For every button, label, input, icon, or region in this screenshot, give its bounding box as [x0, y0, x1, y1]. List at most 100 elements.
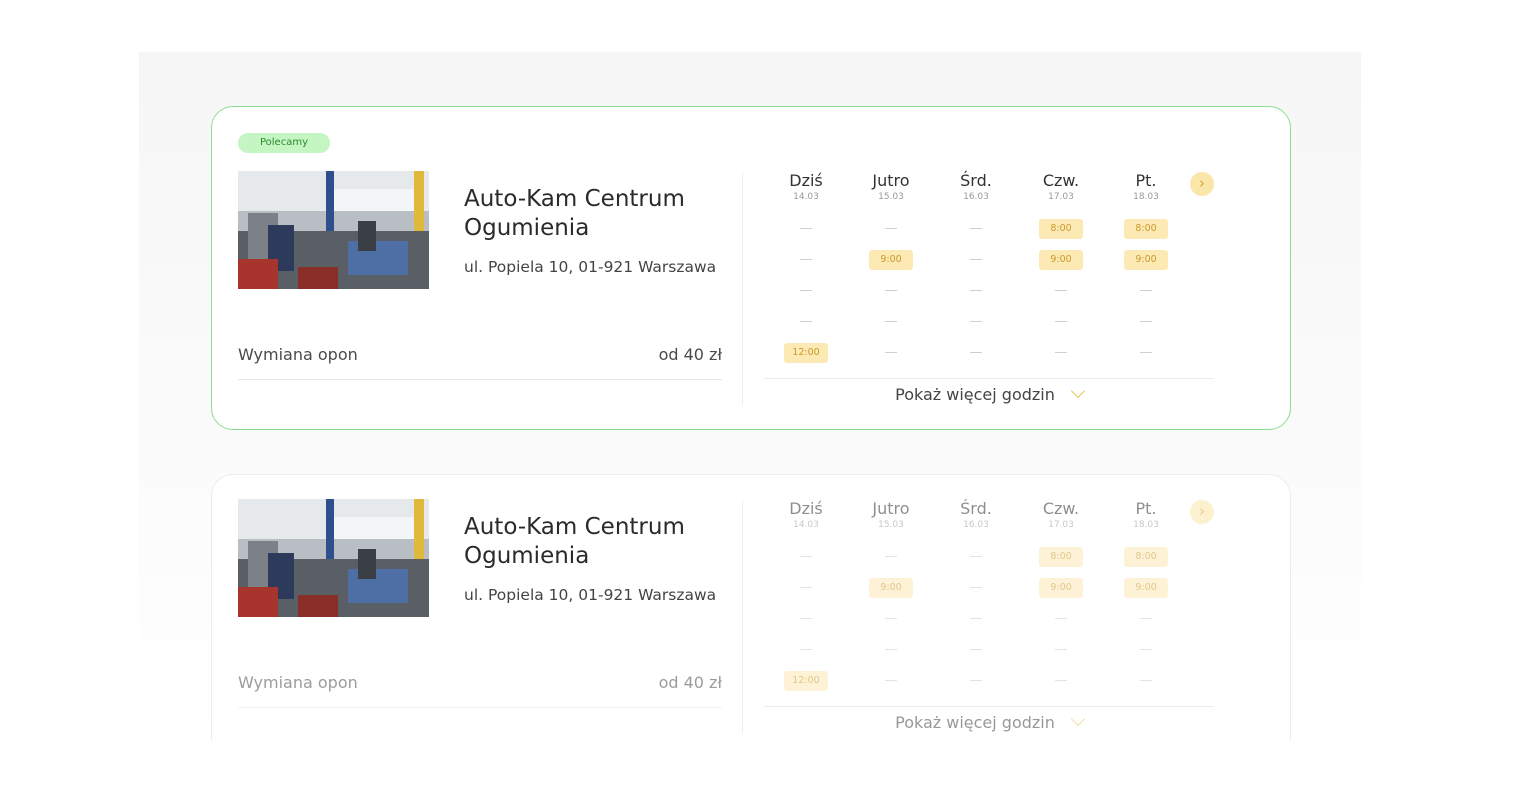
unavailable-slot — [764, 219, 848, 239]
dash-icon — [800, 259, 812, 260]
dash-icon — [800, 556, 812, 557]
unavailable-slot — [764, 281, 848, 301]
dash-icon — [1140, 352, 1152, 353]
chevron-right-icon[interactable]: › — [1190, 172, 1214, 196]
unavailable-slot — [934, 312, 1018, 332]
show-more-hours-button[interactable]: Pokaż więcej godzin — [764, 711, 1214, 732]
day-name: Pt. — [1135, 499, 1157, 518]
dash-icon — [970, 321, 982, 322]
results-panel: Polecamy Auto-Kam Centrum Ogumienia ul. … — [139, 52, 1361, 740]
time-slot-label: 9:00 — [1039, 250, 1083, 270]
unavailable-slot — [1019, 343, 1103, 363]
time-slot-button[interactable]: 9:00 — [849, 250, 933, 270]
unavailable-slot — [764, 547, 848, 567]
unavailable-slot — [1104, 671, 1188, 691]
day-name: Czw. — [1042, 499, 1080, 518]
time-slot-label: 9:00 — [1039, 578, 1083, 598]
time-slot-button[interactable]: 8:00 — [1104, 547, 1188, 567]
dash-icon — [1055, 618, 1067, 619]
day-column: Pt. 18.03 8:00 9:00 — [1104, 499, 1188, 681]
unavailable-slot — [764, 250, 848, 270]
unavailable-slot — [764, 312, 848, 332]
unavailable-slot — [1019, 281, 1103, 301]
day-name: Czw. — [1042, 171, 1080, 190]
unavailable-slot — [849, 640, 933, 660]
divider — [742, 173, 743, 405]
divider — [764, 706, 1214, 707]
time-slot-label: 12:00 — [784, 343, 828, 363]
day-date: 18.03 — [1133, 520, 1159, 530]
day-column: Pt. 18.03 8:00 9:00 — [1104, 171, 1188, 353]
time-slot-button[interactable]: 8:00 — [1104, 219, 1188, 239]
time-slot-label: 9:00 — [869, 250, 913, 270]
workshop-address: ul. Popiela 10, 01-921 Warszawa — [464, 258, 717, 276]
workshop-card-featured[interactable]: Polecamy Auto-Kam Centrum Ogumienia ul. … — [211, 106, 1291, 430]
unavailable-slot — [1019, 609, 1103, 629]
day-date: 15.03 — [878, 192, 904, 202]
day-date: 18.03 — [1133, 192, 1159, 202]
dash-icon — [800, 321, 812, 322]
chevron-right-icon[interactable]: › — [1190, 500, 1214, 524]
workshop-address: ul. Popiela 10, 01-921 Warszawa — [464, 586, 717, 604]
time-slot-button[interactable]: 8:00 — [1019, 547, 1103, 567]
dash-icon — [885, 352, 897, 353]
day-name: Śrd. — [960, 171, 992, 190]
workshop-card[interactable]: Auto-Kam Centrum Ogumienia ul. Popiela 1… — [211, 474, 1291, 740]
day-name: Pt. — [1135, 171, 1157, 190]
day-column: Dziś 14.03 12:00 — [764, 171, 848, 363]
dash-icon — [970, 618, 982, 619]
time-slot-button[interactable]: 9:00 — [1104, 578, 1188, 598]
dash-icon — [885, 228, 897, 229]
unavailable-slot — [764, 609, 848, 629]
unavailable-slot — [1104, 640, 1188, 660]
time-slot-label: 9:00 — [869, 578, 913, 598]
dash-icon — [885, 321, 897, 322]
unavailable-slot — [849, 343, 933, 363]
dash-icon — [970, 259, 982, 260]
dash-icon — [1055, 680, 1067, 681]
service-row: Wymiana opon od 40 zł — [238, 671, 722, 708]
time-slot-button[interactable]: 12:00 — [764, 671, 848, 691]
recommended-badge: Polecamy — [238, 133, 330, 153]
availability-schedule: › Pokaż więcej godzin Dziś 14.03 12:00 Jutr… — [764, 171, 1214, 421]
workshop-name[interactable]: Auto-Kam Centrum Ogumienia — [464, 513, 734, 571]
chevron-down-icon — [1070, 711, 1085, 727]
unavailable-slot — [934, 609, 1018, 629]
time-slot-button[interactable]: 9:00 — [1104, 250, 1188, 270]
unavailable-slot — [934, 671, 1018, 691]
service-name: Wymiana opon — [238, 673, 358, 692]
unavailable-slot — [934, 640, 1018, 660]
unavailable-slot — [849, 312, 933, 332]
unavailable-slot — [849, 547, 933, 567]
unavailable-slot — [1104, 312, 1188, 332]
divider — [742, 501, 743, 733]
dash-icon — [1140, 680, 1152, 681]
dash-icon — [970, 290, 982, 291]
unavailable-slot — [1104, 609, 1188, 629]
dash-icon — [885, 618, 897, 619]
workshop-photo — [238, 499, 429, 617]
unavailable-slot — [934, 219, 1018, 239]
day-date: 17.03 — [1048, 520, 1074, 530]
dash-icon — [1140, 649, 1152, 650]
day-date: 14.03 — [793, 192, 819, 202]
time-slot-button[interactable]: 9:00 — [849, 578, 933, 598]
unavailable-slot — [849, 219, 933, 239]
dash-icon — [970, 556, 982, 557]
unavailable-slot — [1019, 312, 1103, 332]
service-row: Wymiana opon od 40 zł — [238, 343, 722, 380]
dash-icon — [1055, 290, 1067, 291]
time-slot-button[interactable]: 12:00 — [764, 343, 848, 363]
time-slot-button[interactable]: 9:00 — [1019, 578, 1103, 598]
availability-schedule: › Pokaż więcej godzin Dziś 14.03 12:00 Jutr… — [764, 499, 1214, 740]
time-slot-button[interactable]: 8:00 — [1019, 219, 1103, 239]
time-slot-button[interactable]: 9:00 — [1019, 250, 1103, 270]
time-slot-label: 12:00 — [784, 671, 828, 691]
show-more-hours-button[interactable]: Pokaż więcej godzin — [764, 383, 1214, 404]
day-column: Jutro 15.03 9:00 — [849, 499, 933, 681]
unavailable-slot — [934, 250, 1018, 270]
divider — [764, 378, 1214, 379]
time-slot-label: 8:00 — [1124, 547, 1168, 567]
workshop-name[interactable]: Auto-Kam Centrum Ogumienia — [464, 185, 734, 243]
day-date: 16.03 — [963, 192, 989, 202]
